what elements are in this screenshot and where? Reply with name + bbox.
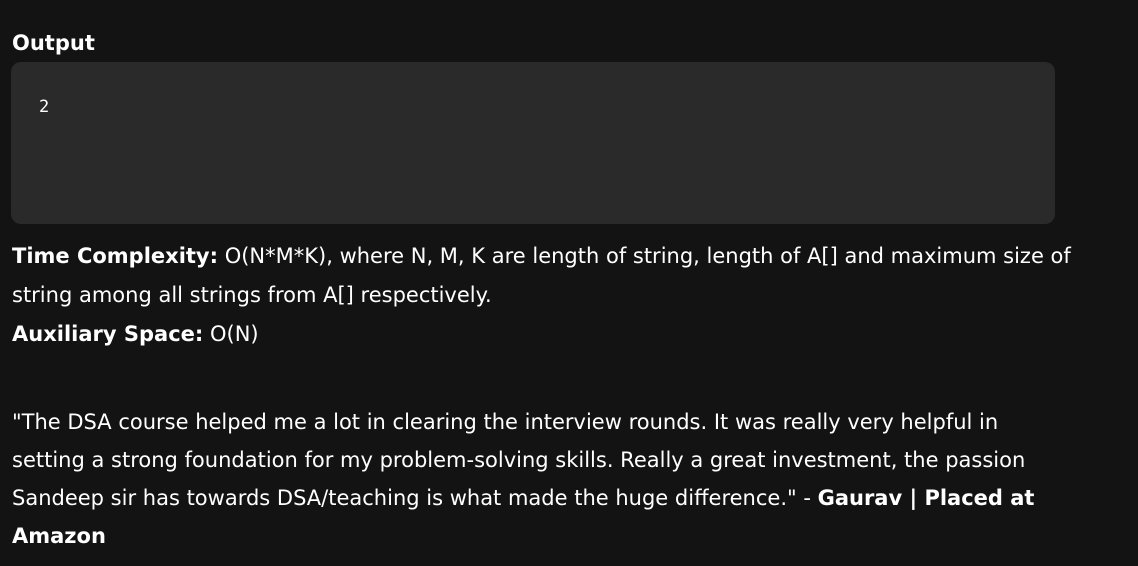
article-content: Output 2 Time Complexity: O(N*M*K), wher…: [0, 0, 1138, 566]
testimonial-paragraph: "The DSA course helped me a lot in clear…: [12, 403, 1062, 555]
time-complexity-label: Time Complexity:: [12, 244, 219, 268]
auxiliary-space-text: O(N): [203, 322, 259, 346]
output-heading: Output: [12, 31, 95, 55]
output-code-block: 2: [11, 62, 1055, 224]
complexity-paragraph: Time Complexity: O(N*M*K), where N, M, K…: [12, 237, 1072, 354]
auxiliary-space-label: Auxiliary Space:: [12, 322, 204, 346]
output-code-text: 2: [39, 97, 50, 117]
